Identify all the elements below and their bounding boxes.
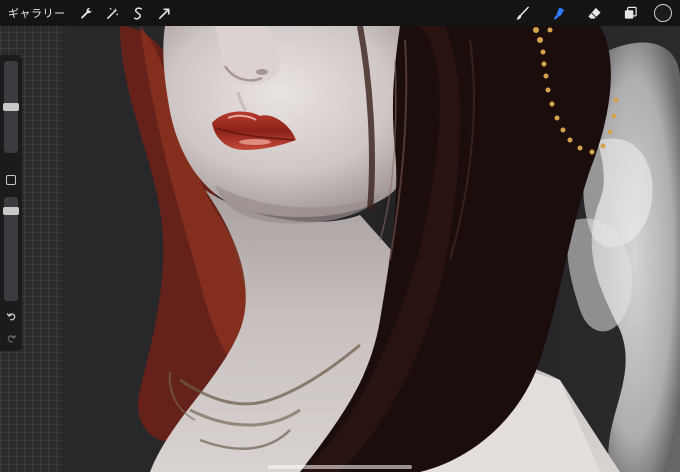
gallery-button[interactable]: ギャラリー bbox=[8, 5, 66, 21]
eraser-icon bbox=[587, 7, 601, 19]
color-picker-button[interactable] bbox=[654, 4, 672, 22]
artwork-painting bbox=[0, 0, 680, 472]
redo-icon bbox=[7, 334, 16, 342]
drawing-canvas[interactable] bbox=[0, 0, 680, 472]
left-sidebar bbox=[0, 55, 22, 351]
eraser-tool-button[interactable] bbox=[576, 0, 612, 26]
undo-button[interactable] bbox=[3, 309, 19, 323]
undo-icon bbox=[6, 312, 15, 320]
opacity-thumb[interactable] bbox=[3, 206, 19, 215]
selection-icon bbox=[134, 6, 143, 20]
smudge-tool-button[interactable] bbox=[540, 0, 576, 26]
top-toolbar: ギャラリー bbox=[0, 0, 680, 26]
layers-button[interactable] bbox=[612, 0, 648, 26]
transform-button[interactable] bbox=[152, 0, 178, 26]
smudge-icon bbox=[553, 6, 564, 20]
home-indicator[interactable] bbox=[268, 465, 412, 469]
procreate-app: ギャラリー bbox=[0, 0, 680, 472]
transform-arrow-icon bbox=[159, 7, 170, 19]
brush-size-thumb[interactable] bbox=[3, 103, 19, 111]
adjustments-button[interactable] bbox=[100, 0, 126, 26]
layers-icon bbox=[624, 6, 637, 19]
wrench-icon bbox=[81, 7, 92, 18]
brush-icon bbox=[515, 6, 529, 20]
selection-button[interactable] bbox=[126, 0, 152, 26]
brush-tool-button[interactable] bbox=[504, 0, 540, 26]
actions-button[interactable] bbox=[74, 0, 100, 26]
modify-button[interactable] bbox=[6, 175, 16, 185]
magic-wand-icon bbox=[107, 7, 119, 19]
redo-button[interactable] bbox=[3, 331, 19, 345]
